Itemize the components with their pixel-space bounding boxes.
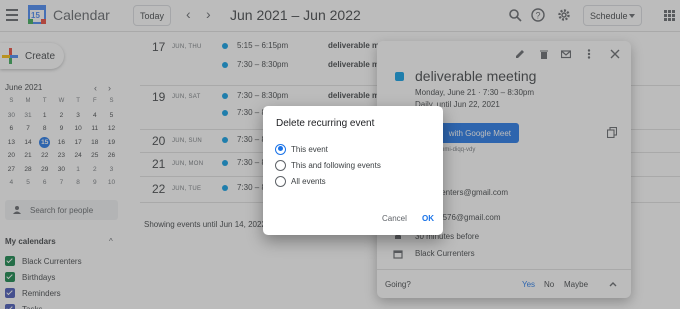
option-label: All events bbox=[291, 176, 326, 186]
option-all-events[interactable]: All events bbox=[275, 175, 326, 187]
option-this-and-following[interactable]: This and following events bbox=[275, 159, 381, 171]
cancel-button[interactable]: Cancel bbox=[382, 214, 407, 223]
option-label: This event bbox=[291, 144, 328, 154]
dialog-title: Delete recurring event bbox=[276, 118, 375, 129]
radio-all-events[interactable] bbox=[275, 175, 286, 187]
delete-recurring-dialog: Delete recurring event This event This a… bbox=[263, 106, 443, 235]
radio-this-and-following[interactable] bbox=[275, 159, 286, 171]
option-this-event[interactable]: This event bbox=[275, 143, 328, 155]
radio-this-event[interactable] bbox=[275, 143, 286, 155]
option-label: This and following events bbox=[291, 160, 381, 170]
ok-button[interactable]: OK bbox=[422, 214, 434, 223]
